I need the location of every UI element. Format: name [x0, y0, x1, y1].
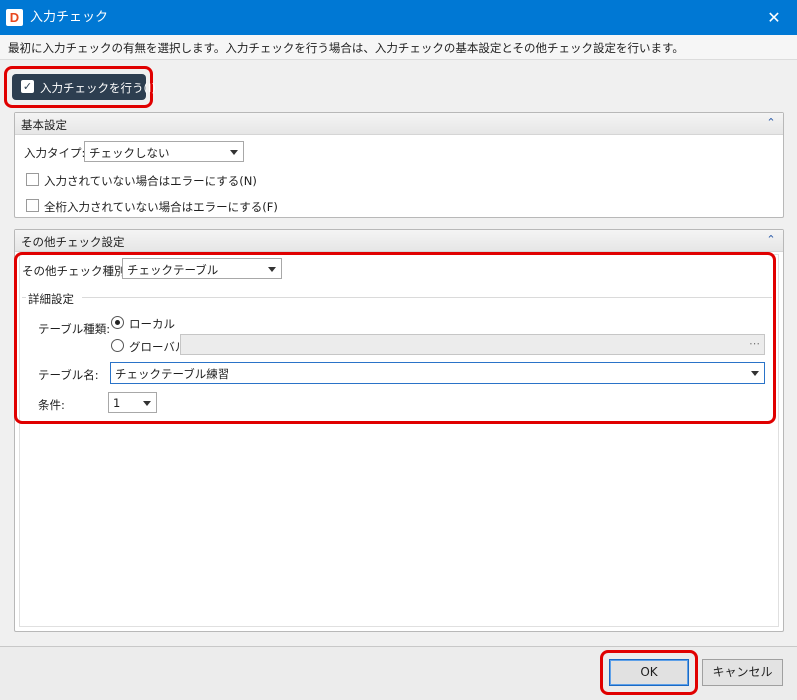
- checkmark-icon: ✓: [22, 80, 33, 93]
- other-check-title: その他チェック設定: [21, 235, 125, 249]
- enable-check-checkbox[interactable]: ✓: [21, 80, 34, 93]
- basic-settings-title: 基本設定: [21, 118, 67, 132]
- window-title: 入力チェック: [30, 10, 109, 25]
- enable-check-toggle[interactable]: ✓ 入力チェックを行う(I): [12, 74, 156, 100]
- highlight-other-check-settings: [14, 252, 776, 424]
- enable-check-label: 入力チェックを行う(I): [40, 81, 156, 95]
- close-icon: ✕: [767, 8, 781, 27]
- input-type-select[interactable]: チェックしない: [84, 141, 244, 162]
- dropdown-arrow-icon: [230, 150, 238, 155]
- required-error-checkbox[interactable]: [26, 173, 39, 186]
- input-type-label: 入力タイプ:: [24, 146, 86, 160]
- highlight-ok-button: [600, 650, 698, 695]
- app-icon: D: [6, 9, 23, 26]
- description-bar: 最初に入力チェックの有無を選択します。入力チェックを行う場合は、入力チェックの基…: [0, 35, 797, 60]
- description-text: 最初に入力チェックの有無を選択します。入力チェックを行う場合は、入力チェックの基…: [8, 41, 684, 55]
- collapse-icon[interactable]: ⌃: [763, 232, 779, 248]
- basic-settings-header[interactable]: 基本設定 ⌃: [15, 113, 783, 135]
- cancel-button[interactable]: キャンセル: [702, 659, 783, 686]
- app-icon-letter: D: [9, 10, 20, 25]
- fulldigit-error-checkbox[interactable]: [26, 199, 39, 212]
- other-check-header[interactable]: その他チェック設定 ⌃: [15, 230, 783, 252]
- collapse-icon[interactable]: ⌃: [763, 115, 779, 131]
- close-button[interactable]: ✕: [751, 0, 797, 35]
- fulldigit-error-label[interactable]: 全桁入力されていない場合はエラーにする(F): [44, 199, 278, 215]
- required-error-label[interactable]: 入力されていない場合はエラーにする(N): [44, 173, 257, 189]
- title-bar: [0, 0, 797, 35]
- input-type-value: チェックしない: [89, 146, 170, 160]
